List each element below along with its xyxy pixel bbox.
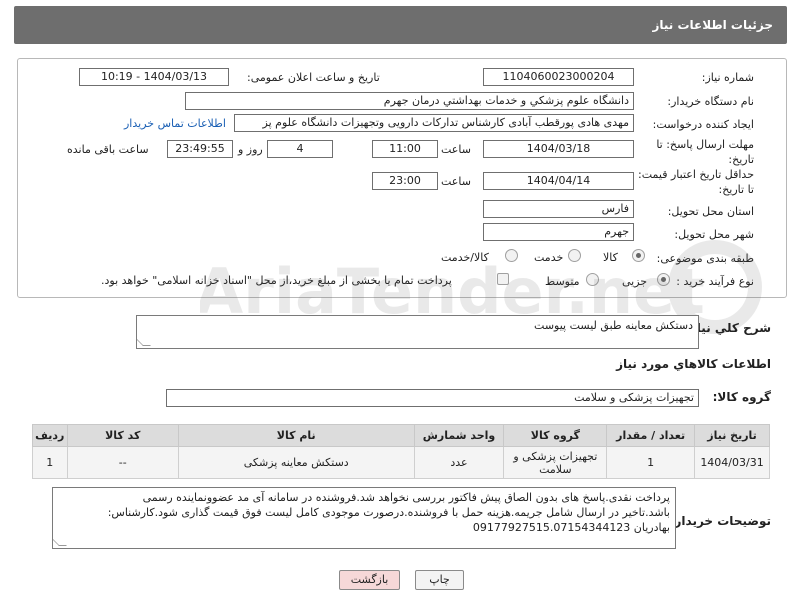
deadline-days-label: روز و	[238, 143, 263, 156]
need-number-label: شماره نیاز:	[701, 71, 754, 84]
buyer-notes-line-3: بهادریان 09177927515.07154344123	[472, 521, 670, 534]
category-label: طبقه بندی موضوعی:	[656, 252, 754, 265]
cell-row-number: 1	[32, 446, 68, 479]
buyer-contact-link[interactable]: اطلاعات تماس خریدار	[124, 117, 226, 130]
deadline-label: مهلت ارسال پاسخ: تا تاریخ:	[656, 138, 754, 166]
min-validity-date-field: 1404/04/14	[483, 172, 634, 190]
remaining-time-label: ساعت باقی مانده	[67, 143, 149, 156]
col-goods-name: نام کالا	[177, 424, 415, 447]
treasury-bonds-checkbox[interactable]	[497, 273, 509, 285]
province-field: فارس	[483, 200, 634, 218]
col-goods-group: گروه کالا	[503, 424, 608, 447]
cell-goods-name: دستکش معاینه پزشکی	[177, 446, 415, 479]
min-validity-time-field: 23:00	[372, 172, 438, 190]
min-validity-label: حداقل تاریخ اعتبار قیمت: تا تاریخ:	[638, 168, 754, 196]
city-label: شهر محل تحویل:	[674, 228, 754, 241]
purchase-radio-medium[interactable]	[586, 273, 599, 286]
announce-date-label: تاریخ و ساعت اعلان عمومی:	[247, 71, 380, 84]
deadline-days-field: 4	[267, 140, 333, 158]
purchase-option-medium: متوسط	[545, 275, 580, 288]
cell-goods-code: --	[66, 446, 179, 479]
goods-section-title: اطلاعات کالاهاي مورد نياز	[616, 357, 771, 371]
cell-need-date: 1404/03/31	[694, 446, 770, 479]
buyer-org-label: نام دستگاه خریدار:	[667, 95, 754, 108]
buyer-notes-field: پرداخت نقدی.پاسخ های بدون الصاق پیش فاکت…	[52, 487, 676, 549]
goods-table: تاریخ نیاز تعداد / مقدار گروه کالا واحد …	[32, 424, 770, 479]
col-unit: واحد شمارش	[413, 424, 505, 447]
col-row-number: ردیف	[32, 424, 68, 447]
buyer-notes-label: توضیحات خریدار:	[669, 514, 771, 528]
buyer-notes-line-1: پرداخت نقدی.پاسخ های بدون الصاق پیش فاکت…	[142, 491, 670, 504]
need-description-text: دستکش معاینه طبق لیست پیوست	[534, 319, 693, 332]
col-quantity: تعداد / مقدار	[606, 424, 696, 447]
cell-quantity: 1	[606, 446, 696, 479]
category-option-goods-service: کالا/خدمت	[441, 251, 489, 264]
city-field: جهرم	[483, 223, 634, 241]
print-button[interactable]: چاپ	[415, 570, 464, 590]
creator-label: ایجاد کننده درخواست:	[652, 118, 754, 131]
creator-field: مهدی هادی پورقطب آبادی کارشناس تدارکات د…	[234, 114, 634, 132]
deadline-time-label: ساعت	[441, 143, 471, 156]
table-header-row: تاریخ نیاز تعداد / مقدار گروه کالا واحد …	[32, 424, 770, 447]
back-button[interactable]: بازگشت	[339, 570, 400, 590]
cell-unit: عدد	[413, 446, 505, 479]
category-option-goods: کالا	[603, 251, 618, 264]
category-radio-service[interactable]	[568, 249, 581, 262]
category-radio-goods-service[interactable]	[505, 249, 518, 262]
buyer-org-field: دانشگاه علوم پزشکي و خدمات بهداشتي درمان…	[185, 92, 634, 110]
buyer-notes-line-2: باشد.تاخیر در ارسال شامل جریمه.هزینه حمل…	[107, 506, 670, 519]
resize-grip-icon[interactable]	[53, 538, 67, 546]
need-number-field: 1104060023000204	[483, 68, 634, 86]
col-goods-code: کد کالا	[66, 424, 179, 447]
category-option-service: خدمت	[534, 251, 564, 264]
purchase-option-minor: جزیی	[622, 275, 648, 288]
treasury-bonds-note: پرداخت تمام یا بخشی از مبلغ خرید،از محل …	[101, 274, 452, 287]
category-radio-goods[interactable]	[632, 249, 645, 262]
page-title: جزئیات اطلاعات نیاز	[652, 18, 773, 32]
remaining-time-field: 23:49:55	[167, 140, 233, 158]
col-need-date: تاریخ نیاز	[694, 424, 770, 447]
table-row: 1404/03/31 1 تجهیزات پزشکی و سلامت عدد د…	[32, 446, 770, 479]
goods-group-field: تجهیزات پزشکی و سلامت	[166, 389, 699, 407]
purchase-radio-minor[interactable]	[657, 273, 670, 286]
resize-grip-icon[interactable]	[137, 338, 151, 346]
purchase-type-label: نوع فرآیند خرید :	[676, 275, 754, 288]
need-description-field: دستکش معاینه طبق لیست پیوست	[136, 315, 699, 349]
cell-goods-group: تجهیزات پزشکی و سلامت	[503, 446, 608, 479]
deadline-date-field: 1404/03/18	[483, 140, 634, 158]
goods-group-label: گروه کالا:	[712, 390, 771, 404]
province-label: استان محل تحویل:	[667, 205, 754, 218]
deadline-time-field: 11:00	[372, 140, 438, 158]
min-validity-time-label: ساعت	[441, 175, 471, 188]
page-header: جزئیات اطلاعات نیاز	[14, 6, 787, 44]
announce-date-field: 1404/03/13 - 10:19	[79, 68, 229, 86]
